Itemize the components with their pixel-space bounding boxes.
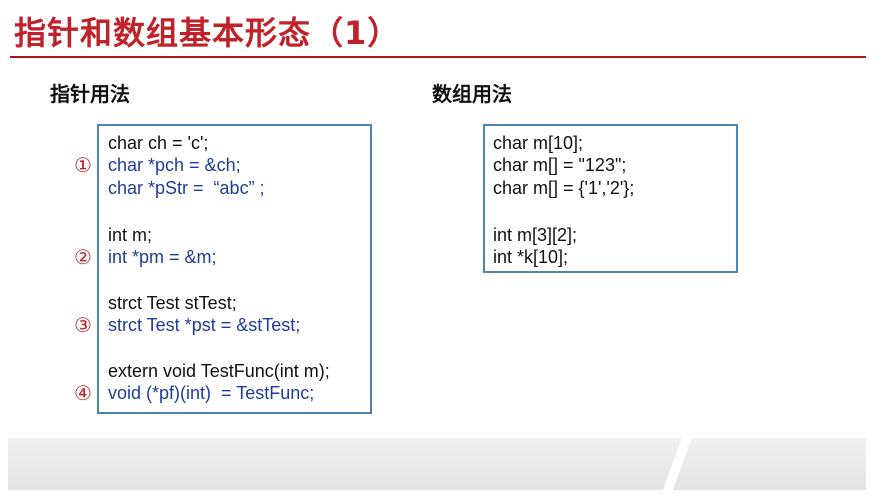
- array-code-line: char m[] = {'1','2'};: [493, 178, 635, 198]
- array-code-line: int m[3][2];: [493, 225, 578, 245]
- pointer-code-line: int m;: [108, 225, 153, 245]
- title-divider: [10, 56, 866, 58]
- marker-4: ④: [74, 381, 92, 405]
- slide-title: 指针和数组基本形态（1）: [14, 14, 401, 52]
- pointer-code-line: char *pch = &ch;: [108, 155, 241, 175]
- footer-band: [8, 438, 866, 490]
- pointer-code-line: void (*pf)(int) = TestFunc;: [108, 383, 315, 403]
- array-code-line: int *k[10];: [493, 247, 569, 267]
- marker-3: ③: [74, 313, 92, 337]
- pointer-code-line: strct Test *pst = &stTest;: [108, 315, 301, 335]
- pointer-code-line: int *pm = &m;: [108, 247, 217, 267]
- pointer-code-line: char ch = 'c';: [108, 133, 209, 153]
- array-section-label: 数组用法: [432, 82, 512, 106]
- marker-2: ②: [74, 245, 92, 269]
- array-code-line: char m[10];: [493, 133, 584, 153]
- pointer-code-line: strct Test stTest;: [108, 293, 237, 313]
- pointer-code-line: char *pStr = “abc” ;: [108, 178, 265, 198]
- pointer-section-label: 指针用法: [50, 82, 130, 106]
- marker-1: ①: [74, 153, 92, 177]
- pointer-code-line: extern void TestFunc(int m);: [108, 361, 330, 381]
- array-code-line: char m[] = "123";: [493, 155, 627, 175]
